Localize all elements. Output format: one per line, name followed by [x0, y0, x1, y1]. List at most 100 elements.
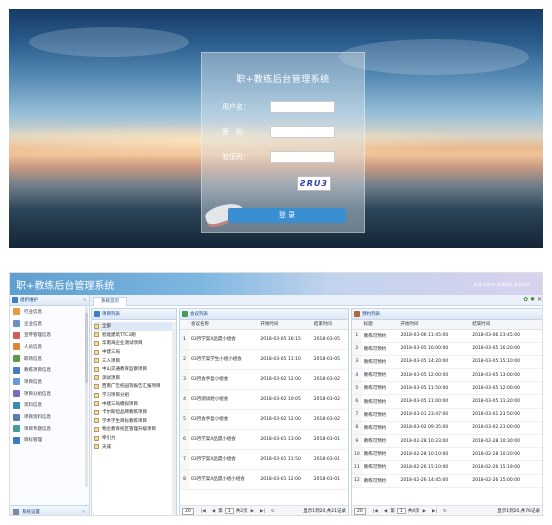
captcha-input[interactable]	[270, 151, 335, 163]
table-row[interactable]: 4 03月测试组小组会 2018-03-02 10:05 2018-03-02	[180, 389, 348, 410]
sidebar-item-label: 项目资料信息	[24, 415, 51, 421]
prev-page-button[interactable]: ◀	[212, 509, 215, 514]
sidebar-item[interactable]: 行业信息	[10, 306, 89, 318]
project-item[interactable]: 智能建筑TTC3期	[94, 331, 176, 340]
login-button[interactable]: 登 录	[228, 208, 346, 223]
row-number: 3	[180, 369, 189, 390]
collapse-icon[interactable]: «	[83, 297, 86, 303]
table-row[interactable]: 5 03月会手盈小组会 2018-03-02 12:00 2018-03-02	[180, 409, 348, 430]
cell-start: 2018-03-05 12:00:00	[398, 368, 471, 383]
table-row[interactable]: 7 03月学案X品盟小组会 2018-03-01 11:50 2018-03-01	[180, 449, 348, 470]
cell-start: 2018-03-01 11:50	[258, 449, 312, 470]
sidebar-item[interactable]: 企业信息	[10, 318, 89, 330]
table-row[interactable]: 2 教练可预约 2018-03-05 16:00:00 2018-03-05 16:2…	[352, 342, 542, 356]
project-item[interactable]: 卡尔斯坦品牌教练项目	[94, 408, 176, 417]
project-item[interactable]: 学习项目分组	[94, 391, 176, 400]
project-item[interactable]: 牵引力	[94, 434, 176, 443]
project-scrollbar[interactable]	[172, 322, 176, 515]
project-item[interactable]: 天诚	[94, 442, 176, 451]
table-row[interactable]: 3 教练可预约 2018-03-05 14:20:00 2018-03-05 15:1…	[352, 355, 542, 370]
meeting-pager: 20 |◀ ◀ 第 1 共2页 ▶ ▶| ↻ 显示1到20,共21记录	[180, 505, 348, 515]
project-item[interactable]: 中建三局	[94, 348, 176, 357]
table-row[interactable]: 1 教练可预约 2018-03-06 11:45:00 2018-03-06 23:4…	[352, 329, 542, 343]
refresh-icon[interactable]: ✿	[523, 296, 528, 303]
project-item[interactable]: 中建三局模拟项目	[94, 399, 176, 408]
table-row[interactable]: 1 03月学案X品盟小组会 2018-03-05 16:15 2018-03-05	[180, 329, 348, 350]
cell-name: 03月学案X品盟小组小组会	[189, 469, 259, 490]
reserve-col-title[interactable]: 标题	[361, 320, 399, 330]
project-item[interactable]: 全部	[94, 322, 176, 331]
project-item[interactable]: 测试项目	[94, 374, 176, 383]
project-item[interactable]: 三人项目	[94, 356, 176, 365]
row-number: 5	[352, 381, 362, 396]
table-row[interactable]: 4 教练可预约 2018-03-05 12:00:00 2018-03-05 13:0…	[352, 368, 542, 383]
table-row[interactable]: 6 教练可预约 2018-03-05 11:00:00 2018-03-05 11:2…	[352, 394, 542, 409]
sidebar-item[interactable]: 职场信息	[10, 353, 89, 365]
tools-icon[interactable]: ✹	[530, 296, 535, 303]
table-row[interactable]: 12 教练可预约 2018-02-26 14:45:00 2018-02-26 15:…	[352, 474, 542, 488]
folder-icon	[94, 358, 99, 364]
close-icon[interactable]: ✕	[537, 296, 542, 303]
first-page-button[interactable]: |◀	[373, 509, 378, 514]
sidebar-item[interactable]: 项目专题信息	[10, 423, 89, 435]
username-input[interactable]	[270, 101, 335, 113]
meeting-col-name[interactable]: 会议名称	[189, 320, 259, 330]
first-page-button[interactable]: |◀	[201, 509, 206, 514]
cell-name: 03月测试组小组会	[189, 389, 259, 410]
page-size-select[interactable]: 20	[182, 507, 194, 515]
last-page-button[interactable]: ▶|	[432, 509, 437, 514]
sidebar-scrollbar[interactable]	[85, 307, 88, 487]
expand-icon[interactable]: »	[82, 509, 85, 515]
table-row[interactable]: 8 教练可预约 2018-03-02 09:35:00 2018-03-02 23:0…	[352, 421, 542, 436]
sidebar-item[interactable]: 资料信息	[10, 400, 89, 412]
project-item[interactable]: 学术学生目标教练项目	[94, 417, 176, 426]
cell-start: 2018-03-05 11:00:00	[398, 394, 471, 409]
captcha-image[interactable]: ƧRU3	[297, 176, 331, 191]
folder-icon	[94, 426, 99, 432]
meeting-col-end[interactable]: 结束时间	[311, 320, 348, 330]
table-row[interactable]: 5 教练可预约 2018-03-05 11:50:00 2018-03-05 12:0…	[352, 381, 542, 396]
table-row[interactable]: 9 教练可预约 2018-02-28 10:23:00 2018-02-28 10:3…	[352, 434, 542, 449]
password-input[interactable]	[270, 126, 335, 138]
folder-icon	[94, 349, 99, 355]
meeting-pane-header: 会议列表	[180, 309, 348, 320]
sidebar-item[interactable]: 宣传管理信息	[10, 329, 89, 341]
table-row[interactable]: 11 教练可预约 2018-02-26 15:10:00 2018-02-26 15:…	[352, 460, 542, 475]
table-row[interactable]: 2 03月学案学生小组小组会 2018-03-05 11:10 2018-03-05	[180, 349, 348, 370]
project-item[interactable]: 西南广告校园等报告汇报项目	[94, 382, 176, 391]
cell-name: 03月学案X品盟小组会	[189, 329, 259, 350]
sidebar-item[interactable]: 项目资料信息	[10, 411, 89, 423]
refresh-page-icon[interactable]: ↻	[271, 509, 275, 514]
next-page-button[interactable]: ▶	[423, 509, 426, 514]
last-page-button[interactable]: ▶|	[260, 509, 265, 514]
reserve-col-end[interactable]: 结束时间	[470, 320, 542, 330]
prev-page-button[interactable]: ◀	[384, 509, 387, 514]
sidebar-item[interactable]: 项目信息	[10, 376, 89, 388]
project-pane-header: 项目列表	[92, 309, 176, 320]
table-row[interactable]: 6 03月学案X品盟小组会 2018-03-01 13:00 2018-03-01	[180, 429, 348, 450]
table-row[interactable]: 7 教练可预约 2018-03-01 23:47:00 2018-03-01 23:5…	[352, 408, 542, 422]
sidebar-footer[interactable]: 系统设置 »	[10, 505, 89, 515]
sidebar-item[interactable]: 目标管理	[10, 435, 89, 447]
sidebar-item[interactable]: 人员信息	[10, 341, 89, 353]
project-item[interactable]: 物企教育校区管理升级项目	[94, 425, 176, 434]
page-count: 共2页	[235, 509, 248, 514]
reserve-col-start[interactable]: 开始时间	[398, 320, 471, 330]
project-item[interactable]: 华南海企业测试项目	[94, 339, 176, 348]
page-input[interactable]: 1	[224, 508, 234, 514]
user-bar[interactable]: 欢迎 admin 修改密码 安全退出	[474, 282, 530, 288]
next-page-button[interactable]: ▶	[251, 509, 254, 514]
table-row[interactable]: 3 03月会手盈小组会 2018-03-02 12:00 2018-03-02	[180, 369, 348, 390]
cell-title: 教练可预约	[361, 342, 399, 356]
page-input[interactable]: 1	[396, 508, 406, 514]
sidebar-header[interactable]: 组织维护 «	[10, 295, 89, 306]
meeting-col-start[interactable]: 开始时间	[258, 320, 312, 330]
sidebar-item[interactable]: 项目分组信息	[10, 388, 89, 400]
tab-home[interactable]: 系统首页	[93, 297, 127, 306]
refresh-page-icon[interactable]: ↻	[443, 509, 447, 514]
project-item[interactable]: 中山交通教育监察项目	[94, 365, 176, 374]
page-size-select[interactable]: 20	[354, 507, 366, 515]
table-row[interactable]: 10 教练可预约 2018-02-28 10:10:00 2018-02-28 10:…	[352, 447, 542, 462]
sidebar-item[interactable]: 教练项目信息	[10, 364, 89, 376]
table-row[interactable]: 8 03月学案X品盟小组小组会 2018-03-01 12:00 2018-03-01	[180, 469, 348, 490]
